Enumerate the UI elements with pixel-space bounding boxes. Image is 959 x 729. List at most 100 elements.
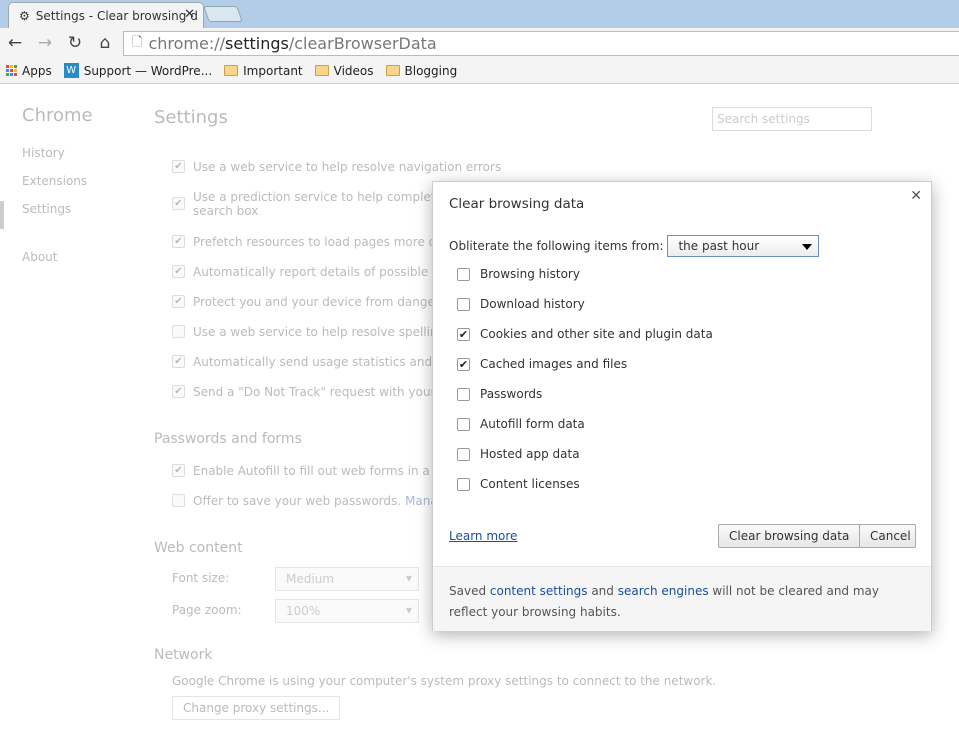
- clear-item-label: Autofill form data: [480, 417, 585, 431]
- sidebar: Chrome History Extensions Settings About: [22, 105, 93, 278]
- tab-settings[interactable]: ⚙ Settings - Clear browsing d ✕: [8, 2, 204, 28]
- network-text: Google Chrome is using your computer's s…: [172, 674, 717, 688]
- clear-item-option[interactable]: Content licenses: [457, 477, 580, 491]
- section-title: Network: [154, 647, 213, 663]
- checkbox[interactable]: [457, 297, 470, 311]
- bookmark-label: Videos: [333, 63, 374, 78]
- bookmark-important[interactable]: Important: [224, 64, 303, 78]
- privacy-option[interactable]: ✔ Use a prediction service to help comple…: [172, 190, 468, 218]
- new-tab-button[interactable]: [203, 6, 243, 22]
- clear-item-option[interactable]: ✔ Cookies and other site and plugin data: [457, 327, 713, 341]
- clear-browsing-dialog: Clear browsing data ✕ Obliterate the fol…: [432, 181, 932, 631]
- toolbar: ← → ↻ ⌂ 🗋 chrome://settings/clearBrowser…: [0, 28, 959, 58]
- checkbox[interactable]: ✔: [172, 355, 185, 368]
- folder-icon: [314, 65, 329, 76]
- footer-text: and: [587, 584, 618, 598]
- option-label: Send a "Do Not Track" request with your …: [193, 385, 459, 399]
- option-label: Protect you and your device from dangero…: [193, 295, 461, 309]
- sidebar-item-history[interactable]: History: [22, 146, 93, 160]
- sidebar-item-settings[interactable]: Settings: [22, 202, 93, 216]
- content-settings-link[interactable]: content settings: [490, 584, 588, 598]
- page-zoom-select[interactable]: 100%: [275, 599, 419, 623]
- privacy-option[interactable]: ✔ Protect you and your device from danger…: [172, 295, 461, 309]
- privacy-option[interactable]: ✔ Automatically send usage statistics and…: [172, 355, 469, 369]
- wordpress-icon: W: [63, 63, 79, 78]
- checkbox[interactable]: ✔: [172, 235, 185, 248]
- option-label: Offer to save your web passwords.: [193, 494, 402, 508]
- url-scheme: chrome://: [148, 34, 226, 53]
- checkbox[interactable]: [172, 325, 185, 338]
- checkbox[interactable]: [172, 494, 185, 507]
- clear-item-option[interactable]: Hosted app data: [457, 447, 580, 461]
- tab-strip: ⚙ Settings - Clear browsing d ✕: [0, 0, 959, 28]
- clear-item-label: Cookies and other site and plugin data: [480, 327, 713, 341]
- page-zoom-label: Page zoom:: [172, 603, 242, 617]
- clear-item-label: Download history: [480, 297, 585, 311]
- bookmark-wordpress[interactable]: W Support — WordPre...: [63, 63, 213, 78]
- change-proxy-button[interactable]: Change proxy settings...: [172, 696, 341, 720]
- clear-item-option[interactable]: Autofill form data: [457, 417, 585, 431]
- bookmark-label: Support — WordPre...: [83, 63, 213, 78]
- clear-item-option[interactable]: Download history: [457, 297, 585, 311]
- checkbox[interactable]: [457, 447, 470, 461]
- sidebar-item-extensions[interactable]: Extensions: [22, 174, 93, 188]
- sidebar-item-about[interactable]: About: [22, 250, 93, 264]
- checkbox[interactable]: ✔: [172, 197, 185, 210]
- dialog-title: Clear browsing data: [449, 196, 585, 212]
- bookmark-videos[interactable]: Videos: [314, 63, 374, 78]
- footer-text: Saved: [449, 584, 490, 598]
- font-size-select[interactable]: Medium: [275, 567, 419, 591]
- checkbox[interactable]: ✔: [172, 160, 185, 173]
- bookmark-label: Apps: [22, 63, 52, 78]
- checkbox[interactable]: ✔: [172, 265, 185, 278]
- bookmark-blogging[interactable]: Blogging: [385, 63, 458, 78]
- section-title: Passwords and forms: [154, 431, 302, 447]
- search-settings-input[interactable]: Search settings: [712, 107, 872, 131]
- checkbox[interactable]: [457, 477, 470, 491]
- checkbox[interactable]: [457, 267, 470, 281]
- reload-icon[interactable]: ↻: [60, 33, 90, 53]
- privacy-option[interactable]: ✔ Use a web service to help resolve navig…: [172, 160, 501, 174]
- time-period-select[interactable]: the past hour: [667, 235, 820, 257]
- page-icon: 🗋: [132, 34, 143, 50]
- cancel-button[interactable]: Cancel: [859, 524, 916, 548]
- folder-icon: [385, 65, 400, 76]
- checkbox[interactable]: [457, 417, 470, 431]
- privacy-option[interactable]: ✔ Prefetch resources to load pages more q…: [172, 235, 464, 249]
- close-tab-icon[interactable]: ✕: [184, 7, 195, 22]
- clear-browsing-data-button[interactable]: Clear browsing data: [718, 524, 861, 548]
- clear-item-option[interactable]: Passwords: [457, 387, 542, 401]
- sidebar-brand: Chrome: [22, 105, 93, 126]
- url-host: settings: [225, 34, 289, 53]
- save-passwords-option[interactable]: Offer to save your web passwords. Manage …: [172, 494, 464, 508]
- clear-item-option[interactable]: Browsing history: [457, 267, 580, 281]
- home-icon[interactable]: ⌂: [90, 33, 120, 53]
- checkbox[interactable]: ✔: [457, 357, 470, 371]
- bookmark-apps[interactable]: Apps: [6, 64, 52, 78]
- option-label: Enable Autofill to fill out web forms in…: [193, 464, 462, 478]
- privacy-option[interactable]: ✔ Automatically report details of possibl…: [172, 265, 465, 279]
- sidebar-selection-indicator: [0, 201, 4, 229]
- section-title: Web content: [154, 540, 243, 556]
- bookmark-label: Blogging: [404, 63, 458, 78]
- url-path: /clearBrowserData: [288, 34, 437, 53]
- checkbox[interactable]: ✔: [172, 385, 185, 398]
- checkbox[interactable]: [457, 387, 470, 401]
- apps-grid-icon: [6, 65, 17, 76]
- clear-item-option[interactable]: ✔ Cached images and files: [457, 357, 627, 371]
- learn-more-link[interactable]: Learn more: [449, 529, 517, 543]
- dialog-footer: Saved content settings and search engine…: [433, 566, 931, 631]
- checkbox[interactable]: ✔: [457, 327, 470, 341]
- autofill-option[interactable]: ✔ Enable Autofill to fill out web forms i…: [172, 464, 462, 478]
- checkbox[interactable]: ✔: [172, 464, 185, 477]
- search-engines-link[interactable]: search engines: [618, 584, 709, 598]
- option-label: Automatically send usage statistics and …: [193, 355, 469, 369]
- close-icon[interactable]: ✕: [910, 188, 922, 204]
- address-bar[interactable]: 🗋 chrome://settings/clearBrowserData: [123, 31, 959, 56]
- clear-item-label: Hosted app data: [480, 447, 580, 461]
- privacy-option[interactable]: Use a web service to help resolve spelli…: [172, 325, 466, 339]
- checkbox[interactable]: ✔: [172, 295, 185, 308]
- forward-icon[interactable]: →: [30, 33, 60, 53]
- privacy-option[interactable]: ✔ Send a "Do Not Track" request with your…: [172, 385, 459, 399]
- back-icon[interactable]: ←: [0, 33, 30, 53]
